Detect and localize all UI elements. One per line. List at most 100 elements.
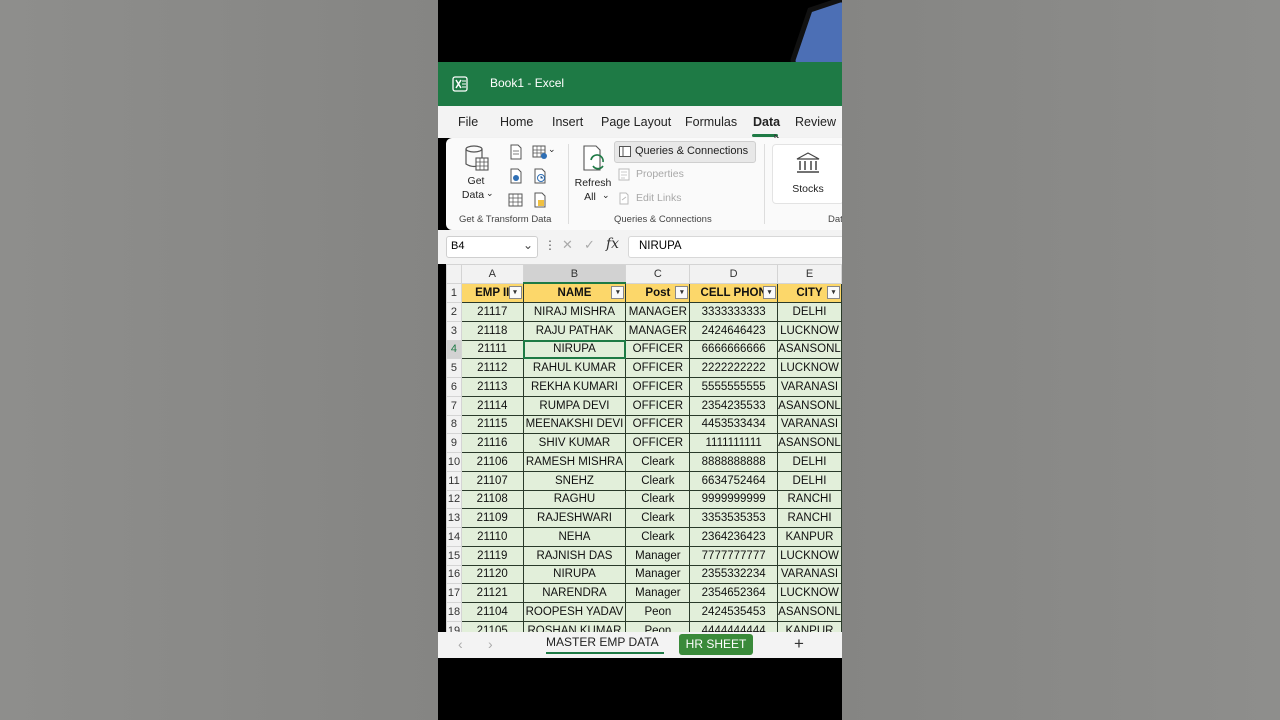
next-sheet-icon[interactable]: › bbox=[488, 636, 493, 652]
table-cell[interactable]: Manager bbox=[625, 564, 691, 585]
table-cell[interactable]: 21119 bbox=[460, 545, 524, 566]
table-cell[interactable]: ASANSONL bbox=[776, 395, 842, 416]
selected-cell[interactable]: NIRUPA bbox=[522, 339, 627, 360]
table-cell[interactable]: ROOPESH YADAV bbox=[522, 602, 627, 622]
edit-links-button[interactable]: Edit Links bbox=[636, 192, 682, 204]
table-cell[interactable]: Peon bbox=[625, 602, 691, 622]
database-icon[interactable] bbox=[464, 144, 490, 174]
table-cell[interactable]: 2354235533 bbox=[689, 395, 778, 416]
stocks-button[interactable]: Stocks bbox=[772, 144, 842, 204]
table-cell[interactable]: KANPUR bbox=[776, 527, 842, 547]
worksheet-grid[interactable]: A B C D E 1 EMP II ▾ NAME ▾ Post ▾ CELL PHON ▾ CITY ▾ 2 2… bbox=[446, 264, 842, 632]
chevron-down-icon[interactable]: ⌄ bbox=[486, 188, 494, 199]
table-header-cell[interactable]: Post ▾ bbox=[625, 282, 691, 304]
table-cell[interactable]: 6634752464 bbox=[689, 470, 778, 491]
formula-input[interactable]: NIRUPA bbox=[628, 236, 842, 258]
table-cell[interactable]: ASANSONL bbox=[776, 433, 842, 453]
table-cell[interactable]: VARANASI bbox=[776, 414, 842, 435]
table-cell[interactable]: LUCKNOW bbox=[776, 320, 842, 341]
table-cell[interactable]: 2364236423 bbox=[689, 527, 778, 547]
row-header[interactable]: 1 bbox=[446, 282, 462, 304]
filter-dropdown-icon[interactable]: ▾ bbox=[611, 286, 625, 300]
sheet-tab-hr-sheet[interactable]: HR SHEET bbox=[679, 634, 753, 655]
table-cell[interactable]: Cleark bbox=[625, 508, 691, 528]
table-cell[interactable]: SHIV KUMAR bbox=[522, 433, 627, 453]
table-cell[interactable]: RAJNISH DAS bbox=[522, 545, 627, 566]
table-cell[interactable]: NEHA bbox=[522, 527, 627, 547]
table-cell[interactable]: OFFICER bbox=[625, 433, 691, 453]
recent-sources-icon[interactable] bbox=[532, 168, 548, 184]
table-cell[interactable]: 21115 bbox=[460, 414, 524, 435]
filter-dropdown-icon[interactable]: ▾ bbox=[827, 285, 840, 299]
table-cell[interactable]: DELHI bbox=[776, 470, 842, 491]
table-header-cell[interactable]: CITY ▾ bbox=[776, 282, 842, 304]
column-header-e[interactable]: E bbox=[776, 264, 842, 284]
table-cell[interactable]: NIRUPA bbox=[522, 564, 627, 585]
table-cell[interactable]: RAJESHWARI bbox=[522, 508, 627, 528]
get-data-label[interactable]: Get bbox=[464, 175, 488, 187]
table-cell[interactable]: RAHUL KUMAR bbox=[522, 358, 627, 378]
table-cell[interactable]: 21112 bbox=[460, 358, 524, 378]
refresh-label[interactable]: Refresh bbox=[573, 177, 613, 189]
row-header[interactable]: 2 bbox=[446, 302, 462, 322]
table-cell[interactable]: 21104 bbox=[460, 602, 524, 622]
table-cell[interactable]: 21105 bbox=[460, 620, 524, 632]
table-header-cell[interactable]: CELL PHON ▾ bbox=[689, 282, 778, 304]
cancel-entry-icon[interactable]: ✕ bbox=[562, 237, 573, 253]
tab-page-layout[interactable]: Page Layout bbox=[601, 115, 671, 129]
row-header[interactable]: 8 bbox=[446, 414, 462, 435]
table-cell[interactable]: 2424535453 bbox=[689, 602, 778, 622]
column-header-d[interactable]: D bbox=[689, 264, 778, 284]
table-cell[interactable]: 3353535353 bbox=[689, 508, 778, 528]
table-cell[interactable]: 2354652364 bbox=[689, 583, 778, 603]
table-cell[interactable]: 6666666666 bbox=[689, 339, 778, 360]
row-header[interactable]: 4 bbox=[446, 339, 462, 360]
table-cell[interactable]: DELHI bbox=[776, 302, 842, 322]
refresh-label-2[interactable]: All bbox=[580, 191, 600, 203]
table-cell[interactable]: 21110 bbox=[460, 527, 524, 547]
filter-dropdown-icon[interactable]: ▾ bbox=[762, 285, 776, 299]
table-cell[interactable]: 5555555555 bbox=[689, 377, 778, 397]
table-cell[interactable]: Cleark bbox=[625, 452, 691, 472]
table-cell[interactable]: ASANSONL bbox=[776, 339, 842, 360]
table-cell[interactable]: 3333333333 bbox=[689, 302, 778, 322]
table-cell[interactable]: 21111 bbox=[460, 339, 524, 360]
table-cell[interactable]: KANPUR bbox=[776, 620, 842, 632]
row-header[interactable]: 17 bbox=[446, 583, 462, 603]
tab-insert[interactable]: Insert bbox=[552, 115, 583, 129]
table-cell[interactable]: SNEHZ bbox=[522, 470, 627, 491]
table-cell[interactable]: 21108 bbox=[460, 489, 524, 510]
row-header[interactable]: 7 bbox=[446, 395, 462, 416]
table-cell[interactable]: LUCKNOW bbox=[776, 358, 842, 378]
tab-home[interactable]: Home bbox=[500, 115, 533, 129]
insert-function-icon[interactable]: fx bbox=[606, 236, 619, 252]
table-cell[interactable]: RAJU PATHAK bbox=[522, 320, 627, 341]
table-cell[interactable]: RAMESH MISHRA bbox=[522, 452, 627, 472]
row-header[interactable]: 16 bbox=[446, 564, 462, 585]
row-header[interactable]: 6 bbox=[446, 377, 462, 397]
row-header[interactable]: 19 bbox=[446, 620, 462, 632]
table-cell[interactable]: 8888888888 bbox=[689, 452, 778, 472]
table-cell[interactable]: 21117 bbox=[460, 302, 524, 322]
from-text-csv-icon[interactable] bbox=[508, 144, 524, 160]
chevron-down-icon[interactable]: ⌄ bbox=[548, 144, 556, 155]
chevron-down-icon[interactable]: ⌄ bbox=[602, 190, 610, 201]
chevron-down-icon[interactable]: ⌄ bbox=[523, 238, 533, 252]
table-cell[interactable]: Peon bbox=[625, 620, 691, 632]
table-cell[interactable]: 4453533434 bbox=[689, 414, 778, 435]
existing-connections-icon[interactable] bbox=[508, 192, 524, 208]
table-cell[interactable]: REKHA KUMARI bbox=[522, 377, 627, 397]
row-header[interactable]: 5 bbox=[446, 358, 462, 378]
table-header-cell[interactable]: NAME ▾ bbox=[522, 282, 627, 304]
column-header-a[interactable]: A bbox=[460, 264, 524, 284]
table-cell[interactable]: 9999999999 bbox=[689, 489, 778, 510]
row-header[interactable]: 12 bbox=[446, 489, 462, 510]
table-cell[interactable]: 2355332234 bbox=[689, 564, 778, 585]
row-header[interactable]: 18 bbox=[446, 602, 462, 622]
from-table-icon[interactable] bbox=[532, 144, 548, 160]
column-header-b[interactable]: B bbox=[522, 264, 627, 285]
table-cell[interactable]: ASANSONL bbox=[776, 602, 842, 622]
table-cell[interactable]: MEENAKSHI DEVI bbox=[522, 414, 627, 435]
table-cell[interactable]: 21116 bbox=[460, 433, 524, 453]
row-header[interactable]: 14 bbox=[446, 527, 462, 547]
